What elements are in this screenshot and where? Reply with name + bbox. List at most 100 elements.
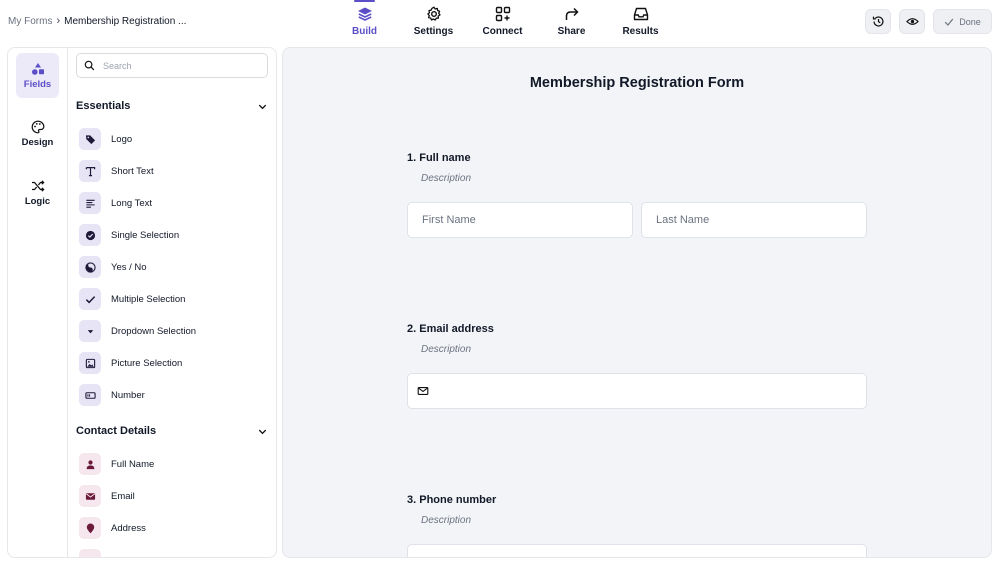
shapes-icon: [31, 62, 44, 75]
field-short-text-label: Short Text: [111, 165, 154, 177]
field-single-selection[interactable]: Single Selection: [79, 224, 179, 246]
field-multiple-selection[interactable]: Multiple Selection: [79, 288, 185, 310]
nav-build[interactable]: Build: [330, 0, 399, 42]
search-icon: [84, 60, 95, 71]
breadcrumb: My Forms › Membership Registration ...: [8, 15, 186, 27]
rail-logic-label: Logic: [24, 195, 51, 207]
last-name-input[interactable]: Last Name: [641, 202, 867, 238]
nav-build-label: Build: [352, 26, 377, 37]
layers-icon: [357, 7, 372, 21]
image-icon: [79, 352, 101, 374]
question-3-description[interactable]: Description: [421, 515, 471, 526]
eye-icon: [905, 18, 919, 25]
side-rail: Fields Design Logic: [8, 48, 68, 557]
field-address-label: Address: [111, 522, 146, 534]
nav-connect-label: Connect: [482, 26, 523, 37]
breadcrumb-current-form: Membership Registration ...: [64, 15, 187, 27]
rail-design[interactable]: Design: [16, 111, 59, 156]
nav-settings[interactable]: Settings: [399, 0, 468, 42]
email-input[interactable]: [407, 373, 867, 409]
question-3-label[interactable]: 3. Phone number: [407, 494, 496, 506]
field-dropdown-selection-label: Dropdown Selection: [111, 325, 197, 337]
first-name-placeholder: First Name: [422, 214, 476, 226]
nav-share-label: Share: [557, 26, 586, 37]
section-essentials[interactable]: Essentials: [76, 100, 268, 112]
done-button[interactable]: Done: [933, 9, 992, 34]
form-canvas: Membership Registration Form 1. Full nam…: [282, 47, 992, 558]
nav-results-label: Results: [622, 26, 659, 37]
left-panel: Fields Design Logic Essentials Logo Shor…: [7, 47, 277, 558]
check-icon: [945, 18, 954, 26]
field-email-label: Email: [111, 490, 135, 502]
yin-yang-icon: [79, 256, 101, 278]
rail-fields[interactable]: Fields: [16, 53, 59, 98]
field-next-partial: [79, 549, 101, 557]
paragraph-lines-icon: [79, 192, 101, 214]
field-search[interactable]: [76, 53, 268, 78]
field-short-text[interactable]: Short Text: [79, 160, 154, 182]
field-yes-no[interactable]: Yes / No: [79, 256, 147, 278]
field-number[interactable]: Number: [79, 384, 145, 406]
toolbar-actions: Done: [865, 9, 992, 34]
nav-share[interactable]: Share: [537, 0, 606, 42]
field-email[interactable]: Email: [79, 485, 135, 507]
field-picture-selection[interactable]: Picture Selection: [79, 352, 182, 374]
section-essentials-title: Essentials: [76, 100, 131, 112]
field-picture-selection-label: Picture Selection: [111, 357, 183, 369]
section-contact-title: Contact Details: [76, 425, 157, 437]
fields-list: Essentials Logo Short Text Long Text Sin…: [68, 48, 276, 557]
last-name-placeholder: Last Name: [656, 214, 710, 226]
question-1-label[interactable]: 1. Full name: [407, 152, 471, 164]
checkmark-icon: [79, 288, 101, 310]
partial-field-icon: [79, 549, 101, 557]
field-multiple-selection-label: Multiple Selection: [111, 293, 186, 305]
form-title[interactable]: Membership Registration Form: [283, 75, 991, 91]
section-contact-details[interactable]: Contact Details: [76, 425, 268, 437]
first-name-input[interactable]: First Name: [407, 202, 633, 238]
chevron-down-icon: [258, 429, 267, 434]
nav-connect[interactable]: Connect: [468, 0, 537, 42]
share-arrow-icon: [565, 7, 579, 20]
rail-logic[interactable]: Logic: [16, 170, 59, 215]
top-bar: My Forms › Membership Registration ... B…: [0, 0, 1000, 42]
question-1-description[interactable]: Description: [421, 173, 471, 184]
person-icon: [79, 453, 101, 475]
phone-input[interactable]: [407, 544, 867, 557]
field-logo[interactable]: Logo: [79, 128, 132, 150]
inbox-icon: [633, 7, 648, 21]
envelope-icon: [79, 485, 101, 507]
tag-icon: [79, 128, 101, 150]
preview-button[interactable]: [899, 9, 925, 34]
history-button[interactable]: [865, 9, 891, 34]
history-icon: [872, 16, 884, 27]
field-logo-label: Logo: [111, 133, 133, 145]
field-full-name[interactable]: Full Name: [79, 453, 154, 475]
main-nav: Build Settings Connect Share Results: [330, 0, 675, 42]
dropdown-caret-icon: [79, 320, 101, 342]
breadcrumb-separator: ›: [56, 15, 61, 27]
field-single-selection-label: Single Selection: [111, 229, 180, 241]
breadcrumb-my-forms[interactable]: My Forms: [8, 16, 52, 27]
nav-results[interactable]: Results: [606, 0, 675, 42]
nav-settings-label: Settings: [413, 26, 454, 37]
question-2-description[interactable]: Description: [421, 344, 471, 355]
field-full-name-label: Full Name: [111, 458, 155, 470]
number-input-icon: [79, 384, 101, 406]
connect-icon: [495, 6, 510, 22]
check-circle-icon: [79, 224, 101, 246]
map-pin-icon: [79, 517, 101, 539]
envelope-icon: [417, 387, 429, 395]
rail-design-label: Design: [21, 136, 54, 148]
gear-icon: [426, 6, 441, 21]
rail-fields-label: Fields: [23, 78, 52, 90]
text-t-icon: [79, 160, 101, 182]
field-address[interactable]: Address: [79, 517, 146, 539]
shuffle-icon: [31, 179, 45, 192]
question-2-label[interactable]: 2. Email address: [407, 323, 494, 335]
search-input[interactable]: [103, 60, 253, 71]
done-label: Done: [959, 16, 981, 27]
field-dropdown-selection[interactable]: Dropdown Selection: [79, 320, 196, 342]
field-long-text-label: Long Text: [111, 197, 153, 209]
field-long-text[interactable]: Long Text: [79, 192, 152, 214]
field-number-label: Number: [111, 389, 145, 401]
